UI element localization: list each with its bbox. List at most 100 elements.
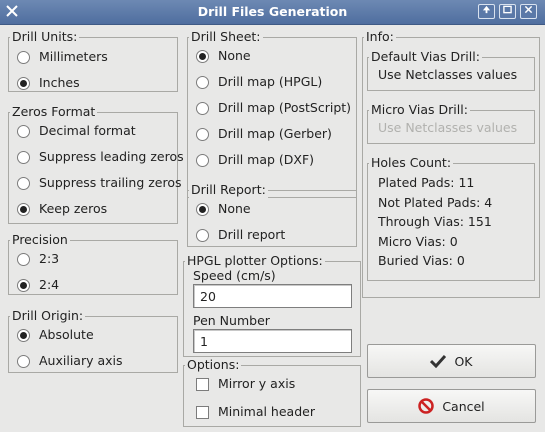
- precision-group: Precision 2:3 2:4: [8, 232, 178, 295]
- micro-vias-count: Micro Vias: 0: [378, 234, 458, 249]
- radio-circle[interactable]: [17, 150, 30, 164]
- radio-label: 2:3: [39, 251, 60, 266]
- buried-vias-count: Buried Vias: 0: [378, 253, 465, 268]
- radio-circle[interactable]: [196, 127, 209, 141]
- radio-label: Drill map (Gerber): [218, 126, 332, 141]
- radio-sheet-none[interactable]: None: [188, 46, 251, 66]
- radio-circle[interactable]: [196, 49, 209, 63]
- radio-circle[interactable]: [17, 252, 30, 266]
- radio-label: Decimal format: [39, 123, 136, 138]
- micro-vias-value: Use Netclasses values: [378, 120, 518, 135]
- radio-keep-zeros[interactable]: Keep zeros: [9, 199, 107, 219]
- cancel-icon: [418, 398, 435, 414]
- radio-label: Absolute: [39, 327, 94, 342]
- radio-auxiliary-axis[interactable]: Auxiliary axis: [9, 351, 123, 371]
- checkmark-icon: [430, 354, 447, 368]
- radio-label: None: [218, 201, 251, 216]
- close-icon[interactable]: [520, 4, 537, 19]
- radio-drill-report[interactable]: Drill report: [188, 225, 285, 245]
- radio-suppress-leading[interactable]: Suppress leading zeros: [9, 147, 184, 167]
- precision-label: Precision: [10, 232, 70, 248]
- micro-vias-label: Micro Vias Drill:: [369, 102, 470, 118]
- radio-circle[interactable]: [196, 153, 209, 167]
- window-title: Drill Files Generation: [197, 4, 348, 19]
- radio-label: Auxiliary axis: [39, 353, 123, 368]
- radio-circle[interactable]: [196, 228, 209, 242]
- radio-circle[interactable]: [17, 176, 30, 190]
- checkbox-minimal-header[interactable]: Minimal header: [184, 402, 315, 422]
- radio-circle[interactable]: [196, 202, 209, 216]
- radio-circle[interactable]: [17, 202, 30, 216]
- radio-circle[interactable]: [196, 101, 209, 115]
- info-group: Info: Default Vias Drill: Use Netclasses…: [362, 29, 540, 298]
- checkbox-label: Mirror y axis: [218, 376, 296, 391]
- checkbox-box[interactable]: [196, 377, 209, 391]
- radio-circle[interactable]: [17, 278, 30, 292]
- speed-input[interactable]: [193, 284, 352, 308]
- not-plated-pads-count: Not Plated Pads: 4: [378, 195, 493, 210]
- drill-units-label: Drill Units:: [10, 29, 80, 45]
- maximize-icon[interactable]: [499, 4, 516, 19]
- radio-circle[interactable]: [196, 75, 209, 89]
- radio-label: Suppress leading zeros: [39, 149, 184, 164]
- checkbox-mirror-y[interactable]: Mirror y axis: [184, 374, 295, 394]
- radio-suppress-trailing[interactable]: Suppress trailing zeros: [9, 173, 182, 193]
- holes-count-group: Holes Count: Plated Pads: 11 Not Plated …: [367, 155, 535, 281]
- checkbox-label: Minimal header: [218, 404, 315, 419]
- options-label: Options:: [185, 357, 242, 373]
- radio-circle[interactable]: [17, 76, 30, 90]
- default-vias-group: Default Vias Drill: Use Netclasses value…: [367, 49, 535, 91]
- dialog-window: Drill Files Generation Drill Units: Mill…: [0, 0, 545, 432]
- drill-origin-label: Drill Origin:: [10, 308, 86, 324]
- info-label: Info:: [364, 29, 396, 45]
- radio-label: Drill map (HPGL): [218, 74, 323, 89]
- radio-sheet-postscript[interactable]: Drill map (PostScript): [188, 98, 351, 118]
- drill-origin-group: Drill Origin: Absolute Auxiliary axis: [8, 308, 178, 373]
- dialog-body: Drill Units: Millimeters Inches Zeros Fo…: [0, 25, 545, 432]
- hpgl-options-label: HPGL plotter Options:: [185, 253, 325, 269]
- title-bar[interactable]: Drill Files Generation: [0, 0, 545, 25]
- radio-label: Drill map (PostScript): [218, 100, 352, 115]
- default-vias-label: Default Vias Drill:: [369, 49, 482, 65]
- radio-sheet-gerber[interactable]: Drill map (Gerber): [188, 124, 332, 144]
- radio-circle[interactable]: [17, 124, 30, 138]
- radio-label: 2:4: [39, 277, 60, 292]
- radio-label: Suppress trailing zeros: [39, 175, 182, 190]
- hpgl-options-group: HPGL plotter Options: Speed (cm/s) Pen N…: [183, 253, 361, 357]
- drill-units-group: Drill Units: Millimeters Inches: [8, 29, 178, 93]
- radio-sheet-dxf[interactable]: Drill map (DXF): [188, 150, 314, 170]
- radio-circle[interactable]: [17, 328, 30, 342]
- radio-absolute[interactable]: Absolute: [9, 325, 94, 345]
- pen-number-label: Pen Number: [193, 313, 270, 328]
- radio-precision-2-4[interactable]: 2:4: [9, 275, 59, 295]
- drill-sheet-label: Drill Sheet:: [189, 29, 263, 45]
- checkbox-box[interactable]: [196, 405, 209, 419]
- zeros-format-label: Zeros Format: [10, 104, 98, 120]
- options-group: Options: Mirror y axis Minimal header: [183, 357, 361, 427]
- arrow-up-icon[interactable]: [478, 4, 495, 19]
- ok-button[interactable]: OK: [367, 344, 536, 378]
- pen-number-input[interactable]: [193, 329, 352, 353]
- radio-decimal-format[interactable]: Decimal format: [9, 121, 136, 141]
- radio-label: Drill report: [218, 227, 286, 242]
- radio-circle[interactable]: [17, 354, 30, 368]
- radio-circle[interactable]: [17, 50, 30, 64]
- radio-inches[interactable]: Inches: [9, 73, 80, 93]
- radio-label: Inches: [39, 75, 80, 90]
- radio-millimeters[interactable]: Millimeters: [9, 47, 108, 67]
- zeros-format-group: Zeros Format Decimal format Suppress lea…: [8, 104, 184, 224]
- radio-label: Keep zeros: [39, 201, 108, 216]
- cancel-label: Cancel: [442, 398, 485, 414]
- drill-sheet-group: Drill Sheet: None Drill map (HPGL) Drill…: [187, 29, 357, 198]
- radio-precision-2-3[interactable]: 2:3: [9, 249, 59, 269]
- holes-count-label: Holes Count:: [369, 155, 454, 171]
- cancel-button[interactable]: Cancel: [367, 389, 536, 423]
- radio-report-none[interactable]: None: [188, 199, 251, 219]
- through-vias-count: Through Vias: 151: [378, 214, 492, 229]
- micro-vias-group: Micro Vias Drill: Use Netclasses values: [367, 102, 535, 144]
- default-vias-value: Use Netclasses values: [378, 67, 518, 82]
- radio-label: Drill map (DXF): [218, 152, 315, 167]
- ok-label: OK: [454, 353, 473, 369]
- radio-sheet-hpgl[interactable]: Drill map (HPGL): [188, 72, 322, 92]
- radio-label: None: [218, 48, 251, 63]
